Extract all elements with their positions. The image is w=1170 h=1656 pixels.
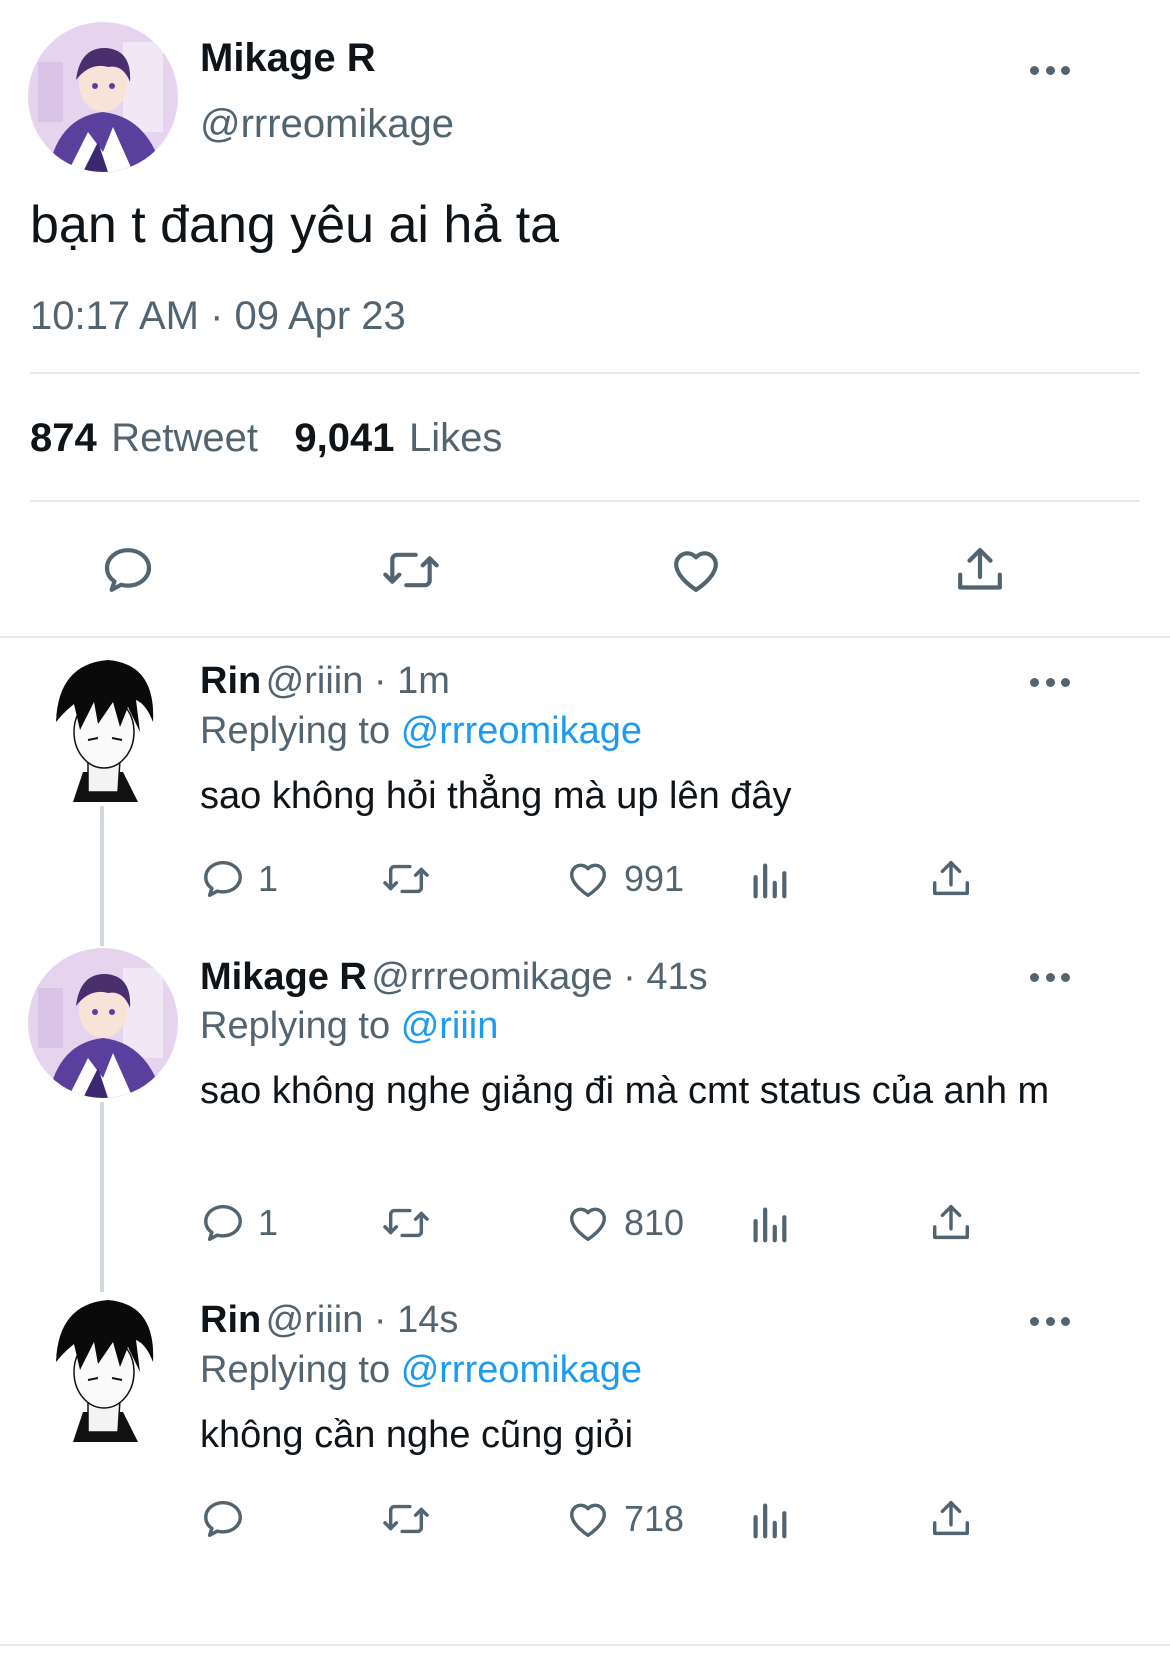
replying-mention[interactable]: @rrreomikage (401, 710, 642, 752)
share-icon[interactable] (952, 542, 1008, 598)
reply-icon (204, 860, 242, 898)
share-action[interactable] (928, 856, 974, 902)
replying-label: Replying to (200, 1349, 391, 1391)
reply-author-name[interactable]: Rin (200, 660, 261, 702)
reply-action[interactable]: 1 (200, 1200, 278, 1246)
replying-to: Replying to @rrreomikage (200, 710, 642, 753)
more-options-icon[interactable] (1030, 676, 1070, 688)
reply-header: Rin @riiin · 14s (200, 1299, 458, 1342)
rin-avatar[interactable] (28, 1292, 178, 1442)
reply-text: sao không nghe giảng đi mà cmt status củ… (200, 1070, 1050, 1112)
main-author-name[interactable]: Mikage R (200, 36, 376, 81)
retweet-action[interactable] (380, 856, 432, 902)
like-count: 718 (624, 1498, 685, 1539)
reply-icon (204, 1204, 242, 1242)
thread-line (100, 1102, 104, 1292)
replying-to: Replying to @riiin (200, 1005, 498, 1048)
main-tweet-timestamp[interactable]: 10:17 AM · 09 Apr 23 (30, 294, 406, 339)
retweet-icon[interactable] (380, 542, 442, 598)
reply-header: Mikage R @rrreomikage · 41s (200, 956, 708, 999)
bar-chart-icon (753, 863, 787, 899)
reply-action[interactable] (200, 1496, 258, 1542)
views-action[interactable] (748, 1496, 790, 1542)
reply-action[interactable]: 1 (200, 856, 278, 902)
divider (30, 500, 1140, 502)
divider (30, 372, 1140, 374)
reply-count: 1 (258, 858, 279, 899)
reply-text: sao không hỏi thẳng mà up lên đây (200, 775, 792, 817)
replying-mention[interactable]: @rrreomikage (401, 1349, 642, 1391)
main-author-handle[interactable]: @rrreomikage (200, 102, 454, 147)
heart-icon[interactable] (667, 542, 725, 598)
mikage-avatar[interactable] (28, 948, 178, 1098)
bar-chart-icon (753, 1503, 787, 1539)
reply-meta[interactable]: @riiin · 14s (266, 1299, 459, 1341)
share-icon (932, 1500, 970, 1536)
like-action[interactable]: 718 (564, 1496, 684, 1542)
reply-text: không cần nghe cũng giỏi (200, 1414, 634, 1456)
thread-line (100, 806, 104, 946)
replying-mention[interactable]: @riiin (401, 1005, 499, 1047)
views-action[interactable] (748, 1200, 790, 1246)
retweet-action[interactable] (380, 1496, 432, 1542)
retweet-icon (383, 1504, 429, 1534)
share-icon (932, 860, 970, 896)
share-icon (932, 1204, 970, 1240)
like-action[interactable]: 810 (564, 1200, 684, 1246)
share-action[interactable] (928, 1200, 974, 1246)
reply-meta[interactable]: @riiin · 1m (266, 660, 450, 702)
reply-icon[interactable] (100, 542, 156, 598)
reply-count: 1 (258, 1202, 279, 1243)
views-action[interactable] (748, 856, 790, 902)
share-action[interactable] (928, 1496, 974, 1542)
like-action[interactable]: 991 (564, 856, 684, 902)
likes-label[interactable]: Likes (409, 416, 502, 460)
main-tweet-text: bạn t đang yêu ai hả ta (30, 196, 560, 254)
retweet-count[interactable]: 874 (30, 416, 97, 460)
more-options-icon[interactable] (1030, 1315, 1070, 1327)
replying-label: Replying to (200, 710, 391, 752)
retweet-icon (383, 864, 429, 894)
heart-icon (569, 863, 607, 898)
more-options-icon[interactable] (1030, 971, 1070, 983)
divider (0, 636, 1170, 638)
heart-icon (569, 1503, 607, 1538)
replying-to: Replying to @rrreomikage (200, 1349, 642, 1392)
reply-author-name[interactable]: Rin (200, 1299, 261, 1341)
tweet-stats: 874 Retweet 9,041 Likes (30, 416, 502, 461)
reply-author-name[interactable]: Mikage R (200, 956, 367, 998)
reply-header: Rin @riiin · 1m (200, 660, 450, 703)
bar-chart-icon (753, 1207, 787, 1243)
likes-count[interactable]: 9,041 (294, 416, 394, 460)
heart-icon (569, 1207, 607, 1242)
more-options-icon[interactable] (1030, 64, 1070, 76)
rin-avatar[interactable] (28, 652, 178, 802)
like-count: 991 (624, 858, 685, 899)
divider (0, 1644, 1170, 1646)
mikage-avatar[interactable] (28, 22, 178, 172)
reply-icon (204, 1500, 242, 1538)
retweet-label[interactable]: Retweet (111, 416, 258, 460)
retweet-icon (383, 1208, 429, 1238)
retweet-action[interactable] (380, 1200, 432, 1246)
like-count: 810 (624, 1202, 685, 1243)
replying-label: Replying to (200, 1005, 391, 1047)
reply-meta[interactable]: @rrreomikage · 41s (371, 956, 707, 998)
